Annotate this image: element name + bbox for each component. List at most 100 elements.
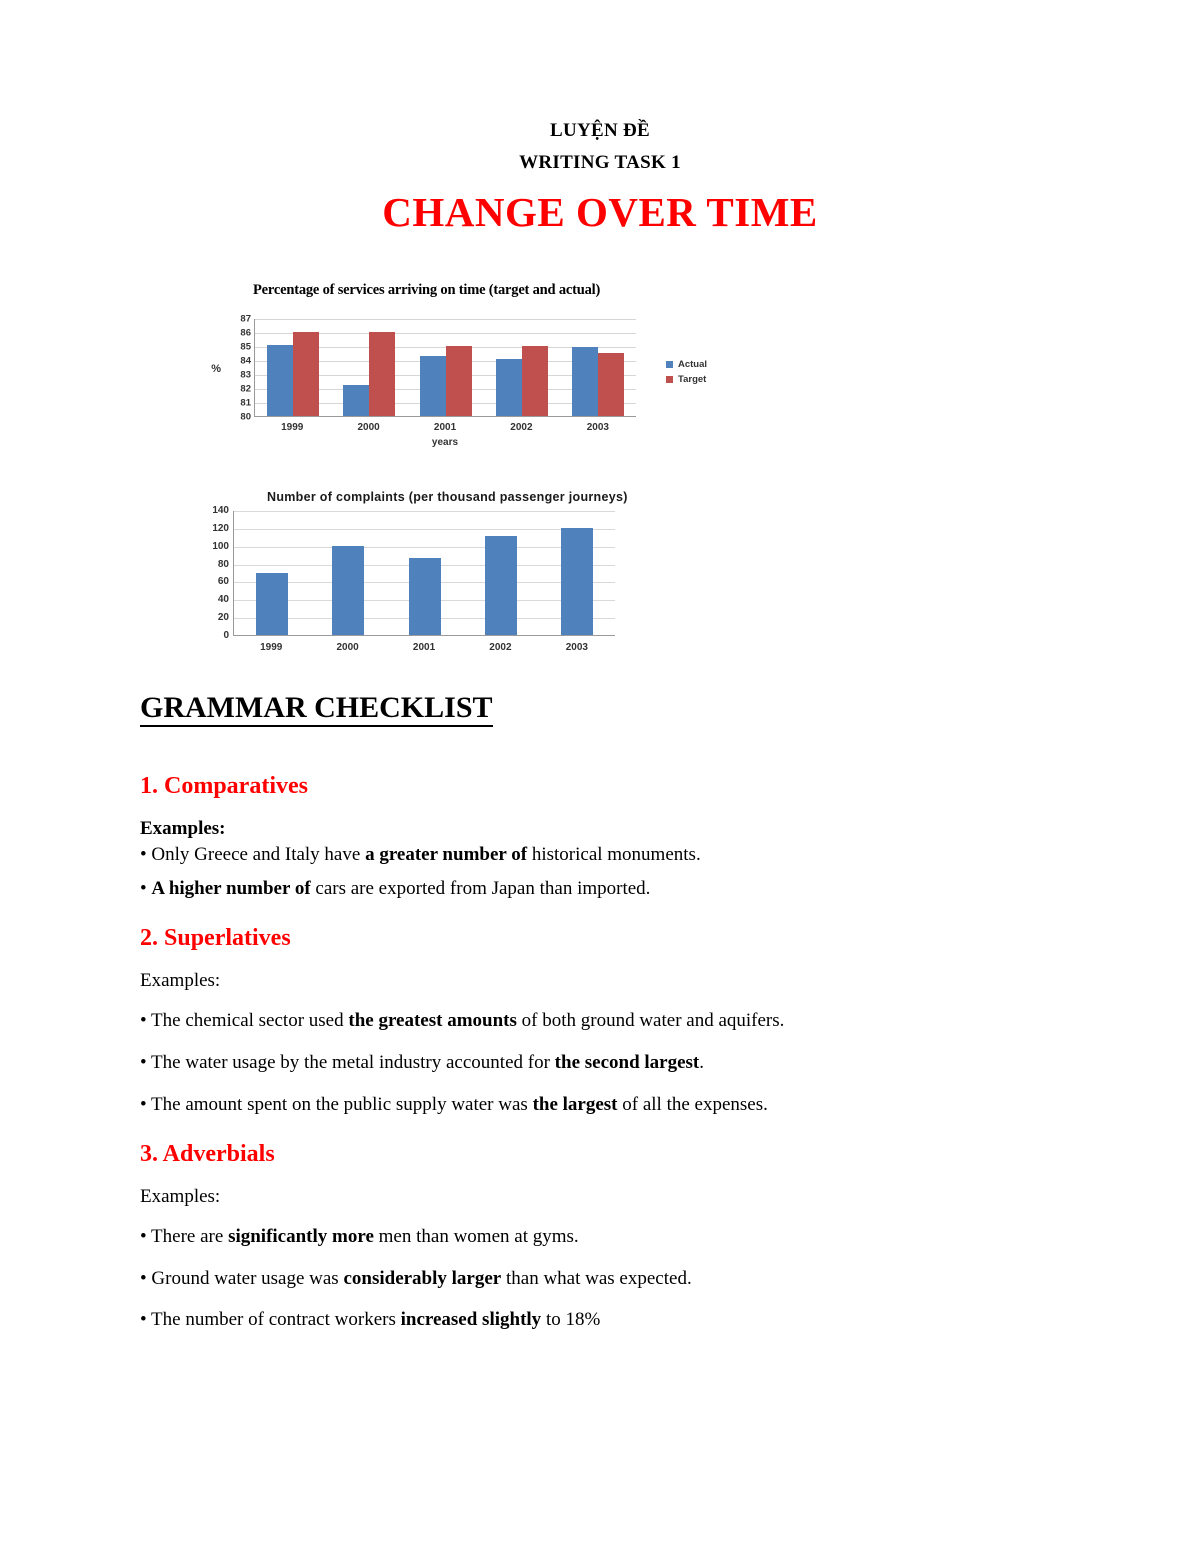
examples-label: Examples:	[140, 970, 221, 992]
example-highlight: considerably larger	[343, 1267, 502, 1289]
chart1-y-tick: 83	[240, 369, 251, 381]
chart2-x-tick: 2003	[565, 642, 588, 653]
example-highlight: A higher number of	[151, 877, 311, 899]
chart2-x-tick: 2001	[412, 642, 436, 653]
chart2-x-tick: 2000	[336, 642, 359, 653]
chart2-y-tick: 140	[212, 505, 229, 516]
chart2-y-ticks: 140 120 100 80 60 40 20 0	[195, 506, 229, 641]
grammar-checklist: GRAMMAR CHECKLIST 1. Comparatives Example…	[140, 653, 1060, 1333]
chart1-y-ticks: 87 86 85 84 83 82 81 80	[227, 314, 251, 421]
chart1-plot-area	[254, 319, 636, 417]
chart1-bar-actual	[267, 344, 294, 416]
chart1-x-tick: 2001	[433, 422, 457, 433]
example-bullet: • The amount spent on the public supply …	[140, 1093, 768, 1115]
chart1-y-tick: 82	[240, 383, 251, 395]
chart2-y-tick: 40	[217, 594, 229, 606]
example-bullet: • Only Greece and Italy have a greater n…	[140, 844, 701, 865]
example-highlight: the largest	[532, 1093, 618, 1115]
checklist-section: 1. Comparatives Examples: • Only Greece an…	[140, 773, 1060, 901]
chart1-bar-actual	[495, 358, 522, 416]
header-line-1: LUYỆN ĐỀ	[549, 120, 651, 141]
chart1-bar-group	[407, 319, 483, 416]
chart1-bar-actual	[571, 347, 598, 416]
example-bullet: • There are significantly more men than …	[140, 1226, 579, 1248]
chart1-bar-actual	[419, 355, 446, 416]
chart2-bar-group	[234, 511, 310, 635]
chart1-bar-actual	[343, 384, 370, 416]
chart2-x-tick: 2002	[489, 642, 512, 653]
chart1-bar-group	[560, 319, 636, 416]
page-title: CHANGE OVER TIME	[382, 189, 818, 235]
checklist-section: 3. Adverbials Examples: • There are signif…	[140, 1141, 1060, 1333]
example-highlight: the greatest amounts	[348, 1010, 517, 1032]
chart1-x-tick: 2002	[510, 422, 533, 433]
chart2-bar	[484, 535, 517, 635]
examples-label: Examples:	[140, 1186, 221, 1208]
chart2-bar-group	[539, 511, 615, 635]
section-heading: 2. Superlatives	[140, 925, 291, 952]
chart1-bar-group	[255, 319, 331, 416]
chart1-y-tick: 84	[240, 355, 251, 367]
checklist-section: 2. Superlatives Examples: • The chemical s…	[140, 925, 1060, 1117]
chart1-bar-target	[293, 332, 320, 416]
chart1-y-tick: 80	[240, 411, 251, 423]
chart2-bar	[560, 527, 593, 635]
chart1-y-tick: 85	[240, 341, 251, 353]
header-line-2: WRITING TASK 1	[519, 152, 681, 173]
example-bullet: • Ground water usage was considerably la…	[140, 1267, 692, 1289]
chart2-bar	[408, 558, 441, 635]
chart2-y-tick: 80	[217, 558, 229, 570]
chart2-plot-area	[233, 511, 615, 636]
grammar-checklist-title: GRAMMAR CHECKLIST	[140, 691, 493, 727]
chart1-legend-label: Target	[678, 374, 707, 385]
chart2-y-tick: 100	[212, 540, 229, 552]
chart1-y-tick: 81	[240, 397, 251, 409]
chart2-y-tick: 120	[212, 522, 229, 534]
example-bullet: • A higher number of cars are exported f…	[140, 877, 651, 899]
chart2-bar-group	[386, 511, 462, 635]
chart1-bar-target	[369, 332, 396, 416]
chart1-legend-item: Actual	[666, 359, 707, 370]
section-heading: 3. Adverbials	[140, 1141, 275, 1168]
chart1-x-tick: 2003	[586, 422, 609, 433]
chart1-bar-target	[521, 346, 548, 416]
example-highlight: a greater number of	[365, 844, 528, 865]
chart1-x-labels: 1999 2000 2001 2002 2003	[254, 422, 636, 433]
legend-swatch-icon	[666, 376, 673, 383]
chart2-x-labels: 1999 2000 2001 2002 2003	[233, 642, 615, 653]
chart1-x-tick: 2000	[357, 422, 380, 433]
example-highlight: significantly more	[228, 1226, 374, 1248]
section-heading: 1. Comparatives	[140, 773, 308, 799]
chart1-legend-label: Actual	[678, 359, 708, 370]
chart1-y-tick: 86	[240, 327, 251, 339]
chart1-bar-target	[597, 353, 624, 416]
chart1-legend: Actual Target	[666, 319, 707, 389]
chart2-bar	[332, 545, 365, 635]
example-bullet: • The chemical sector used the greatest …	[140, 1010, 785, 1032]
chart2-bar	[256, 572, 289, 635]
chart1-x-axis-label: years	[431, 437, 459, 448]
example-bullet: • The water usage by the metal industry …	[140, 1051, 705, 1073]
chart2-y-tick: 0	[223, 630, 229, 641]
chart2-y-tick: 60	[217, 576, 229, 588]
chart1-bar-group	[331, 319, 407, 416]
chart1-title: Percentage of services arriving on time …	[253, 282, 601, 298]
chart1-legend-item: Target	[666, 374, 707, 385]
chart1-y-tick: 87	[240, 313, 251, 325]
chart2-bar-group	[310, 511, 386, 635]
chart1-x-tick: 1999	[281, 422, 304, 433]
examples-label: Examples:	[140, 818, 226, 839]
chart2-x-tick: 1999	[260, 642, 283, 653]
example-bullet: • The number of contract workers increas…	[140, 1309, 601, 1331]
chart1-bar-target	[445, 346, 472, 416]
chart2-y-tick: 20	[217, 612, 229, 624]
document-header: LUYỆN ĐỀ WRITING TASK 1 CHANGE OVER TIME	[140, 120, 1060, 236]
document-page: LUYỆN ĐỀ WRITING TASK 1 CHANGE OVER TIME…	[0, 0, 1200, 1333]
chart2-title: Number of complaints (per thousand passe…	[267, 490, 628, 504]
chart-percentage-on-time: Percentage of services arriving on time …	[195, 282, 1060, 448]
chart-number-of-complaints: Number of complaints (per thousand passe…	[195, 490, 1060, 653]
chart2-bar-group	[463, 511, 539, 635]
example-highlight: increased slightly	[400, 1309, 542, 1331]
chart1-bar-group	[484, 319, 560, 416]
example-highlight: the second largest	[554, 1051, 700, 1073]
